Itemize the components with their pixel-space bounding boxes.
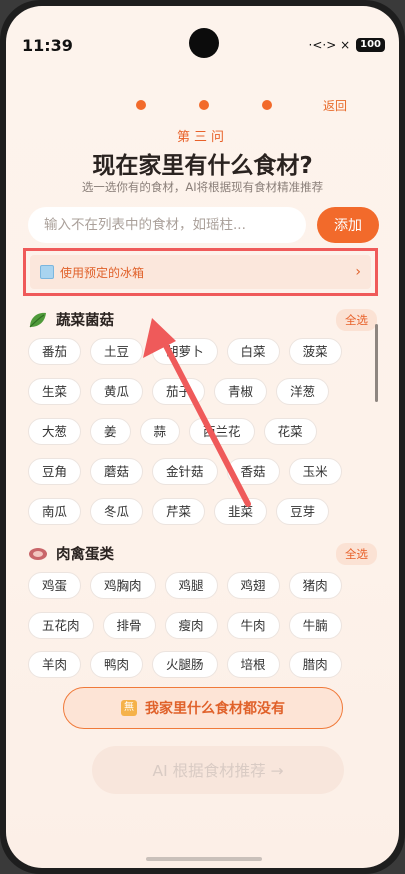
annotation-arrow — [143, 318, 251, 507]
screen: 11:39 ·<·> × 100 返回 第三问 现在家里有什么食材? 选一选你有… — [6, 6, 399, 868]
phone-frame: 11:39 ·<·> × 100 返回 第三问 现在家里有什么食材? 选一选你有… — [0, 0, 405, 874]
